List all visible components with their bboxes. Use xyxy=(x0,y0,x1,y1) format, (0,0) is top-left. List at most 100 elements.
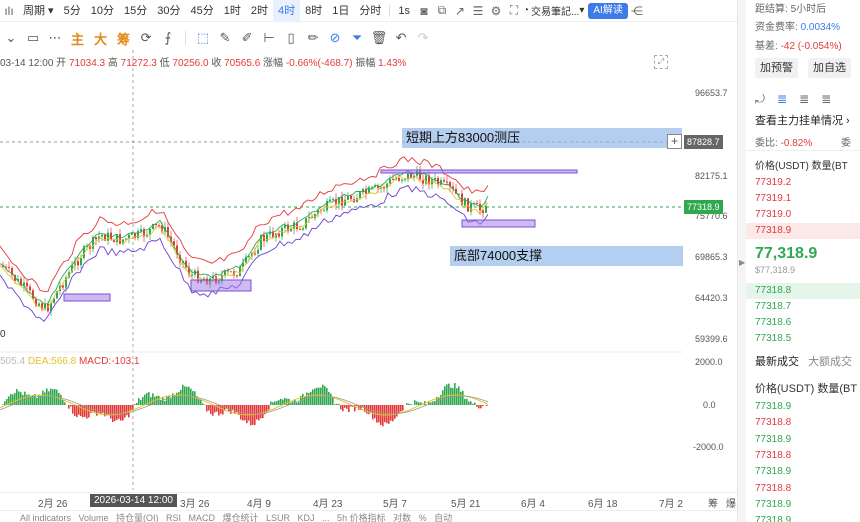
add-alert-button[interactable]: 加预警 xyxy=(755,58,798,78)
filter-icon[interactable]: ⏷ xyxy=(346,27,368,49)
select-icon[interactable]: ⬚ xyxy=(192,27,214,49)
ratio-label: 委比: xyxy=(755,138,778,149)
candle-body xyxy=(38,303,40,306)
layout-both-icon[interactable]: ⤾ xyxy=(755,92,765,107)
interval-button[interactable]: 1s xyxy=(393,0,415,22)
copy-icon[interactable]: ⧉ xyxy=(433,0,451,22)
open-label: 开 xyxy=(56,58,67,69)
bid-row[interactable]: 77318.8 xyxy=(746,283,860,299)
candlestick-chart[interactable] xyxy=(0,50,683,490)
bid-row[interactable]: 77318.5 xyxy=(746,331,860,347)
undo-icon[interactable]: ↶ xyxy=(390,27,412,49)
macd-bar xyxy=(268,405,270,410)
macd-bar xyxy=(2,404,4,405)
trash-icon[interactable]: 🗑 xyxy=(368,27,390,49)
macd-bar xyxy=(298,401,300,405)
macd-dif-value: 505.4 xyxy=(0,356,26,367)
macd-bar xyxy=(468,401,470,405)
macd-bar xyxy=(124,405,126,418)
magnet-icon[interactable]: ⊘ xyxy=(324,27,346,49)
main-chart-toggle[interactable]: 主 xyxy=(66,29,89,48)
measure-icon[interactable]: ⊢ xyxy=(258,27,280,49)
ask-row[interactable]: 77319.1 xyxy=(746,191,860,207)
clipboard-icon[interactable]: ▯ xyxy=(280,27,302,49)
panel-divider[interactable]: ▶ xyxy=(737,0,746,522)
tab-latest-trades[interactable]: 最新成交 xyxy=(755,356,799,368)
chevron-down-icon[interactable]: ⌄ xyxy=(0,27,22,49)
depth-link[interactable]: 查看主力挂单情况 › xyxy=(755,112,850,128)
fullscreen-icon[interactable]: ⛶ xyxy=(505,0,523,22)
timeframe-7[interactable]: 4时 xyxy=(272,0,301,22)
add-line-icon[interactable]: + xyxy=(667,134,682,149)
macd-bar xyxy=(442,390,444,405)
timeframe-0[interactable]: 5分 xyxy=(59,0,86,22)
ask-row[interactable]: 77319.2 xyxy=(746,175,860,191)
redo-icon[interactable]: ↷ xyxy=(412,27,434,49)
ask-row[interactable]: 77318.9 xyxy=(746,223,860,239)
list-icon[interactable]: ☰ xyxy=(469,0,487,22)
expand-icon[interactable]: ⤢ xyxy=(654,55,668,69)
brush-icon[interactable]: ✐ xyxy=(236,27,258,49)
timeframe-9[interactable]: 1日 xyxy=(327,0,354,22)
more-icon[interactable]: ⋯ xyxy=(44,27,66,49)
pencil-icon[interactable]: ✎ xyxy=(214,27,236,49)
timeframe-1[interactable]: 10分 xyxy=(86,0,119,22)
timeframe-5[interactable]: 1时 xyxy=(219,0,246,22)
chip-toggle[interactable]: 筹 xyxy=(112,29,135,48)
share-icon[interactable]: ⋲ xyxy=(628,0,646,22)
timeframe-4[interactable]: 45分 xyxy=(185,0,218,22)
support-annotation[interactable]: 底部74000支撑 xyxy=(450,246,683,266)
bid-row[interactable]: 77318.7 xyxy=(746,299,860,315)
bid-row[interactable]: 77318.6 xyxy=(746,315,860,331)
camera-icon[interactable]: ◙ xyxy=(415,0,433,22)
chart-type-icon[interactable]: ılı xyxy=(0,0,18,22)
macd-bar xyxy=(32,395,34,405)
chip-corner-label[interactable]: 筹 xyxy=(708,495,718,510)
ask-row[interactable]: 77319.0 xyxy=(746,207,860,223)
macd-legend: 505.4 DEA:566.8 MACD:-103.1 xyxy=(0,356,140,367)
low-label: 低 xyxy=(159,58,170,69)
timeframe-3[interactable]: 30分 xyxy=(152,0,185,22)
template-icon[interactable]: ⟳ xyxy=(135,27,157,49)
timeframe-8[interactable]: 8时 xyxy=(300,0,327,22)
macd-bar xyxy=(382,405,384,427)
add-watchlist-button[interactable]: 加自选 xyxy=(808,58,851,78)
macd-bar xyxy=(478,405,480,409)
timeframe-6[interactable]: 2时 xyxy=(246,0,273,22)
note-icon[interactable]: ✏ xyxy=(302,27,324,49)
timeframe-10[interactable]: 分时 xyxy=(354,0,386,22)
popout-icon[interactable]: ↗ xyxy=(451,0,469,22)
macd-bar xyxy=(394,405,396,419)
tab-big-trades[interactable]: 大额成交 xyxy=(808,356,852,368)
ai-analysis-button[interactable]: AI解读 xyxy=(588,2,628,19)
candle-body xyxy=(467,198,469,212)
macd-bar xyxy=(118,405,120,419)
macd-bar xyxy=(262,405,264,419)
candle-body xyxy=(350,195,352,200)
indicator-icon[interactable]: ⨍ xyxy=(157,27,179,49)
big-order-toggle[interactable]: 大 xyxy=(89,29,112,48)
indicator-tabs[interactable]: All indicators Volume 持仓量(OI) RSI MACD 爆… xyxy=(0,510,742,522)
collapse-arrow-icon[interactable]: ▶ xyxy=(739,258,745,267)
candle-body xyxy=(254,253,256,255)
liquidation-corner-label[interactable]: 爆 xyxy=(726,495,736,510)
macd-bar xyxy=(408,403,410,405)
layout-list-icon[interactable]: ≣ xyxy=(821,92,831,107)
macd-bar xyxy=(414,400,416,405)
price-axis[interactable]: 96653.7 82175.1 75770.6 69865.3 64420.3 … xyxy=(683,50,737,490)
layout-bids-icon[interactable]: ≣ xyxy=(777,92,787,107)
layout-asks-icon[interactable]: ≣ xyxy=(799,92,809,107)
macd-bar xyxy=(340,405,342,410)
last-price: 77,318.9 xyxy=(755,245,818,262)
settings-icon[interactable]: ⚙ xyxy=(487,0,505,22)
resistance-annotation[interactable]: 短期上方83000测压 xyxy=(402,128,682,148)
timeframe-list: 5分 10分 15分 30分 45分 1时 2时 4时 8时 1日 分时 xyxy=(59,0,387,22)
rectangle-icon[interactable]: ▭ xyxy=(22,27,44,49)
timeframe-2[interactable]: 15分 xyxy=(119,0,152,22)
candle-body xyxy=(77,261,79,266)
trade-row: 77318.8 xyxy=(755,417,792,429)
macd-bar xyxy=(48,391,50,405)
period-dropdown[interactable]: 周期 ▾ xyxy=(18,0,59,22)
journal-button[interactable]: ◔ 交易筆記... ▾ xyxy=(523,3,584,18)
macd-bar xyxy=(246,405,248,424)
